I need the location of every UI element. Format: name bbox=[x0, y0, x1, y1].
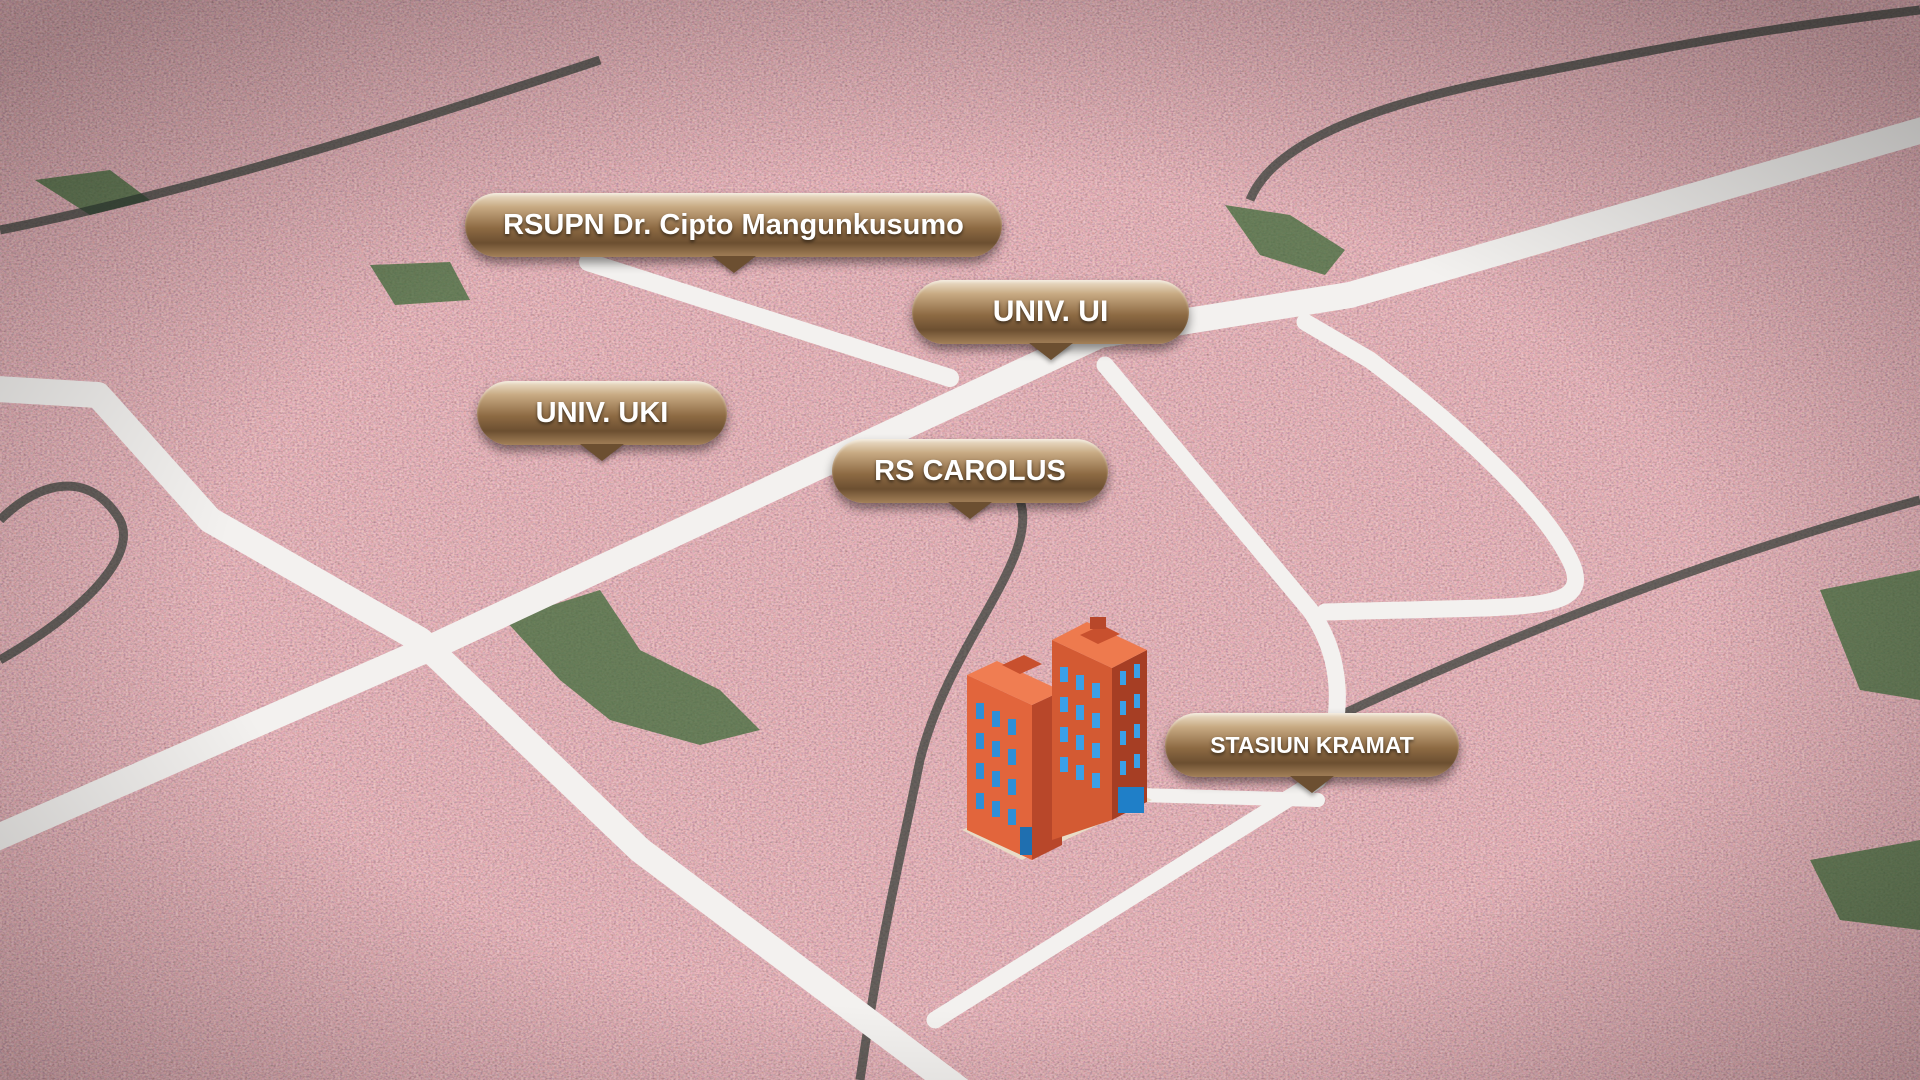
landmark-label-kramat[interactable]: STASIUN KRAMAT bbox=[1165, 713, 1459, 777]
landmark-label-text: UNIV. UI bbox=[992, 295, 1109, 328]
landmark-label-text: RSUPN Dr. Cipto Mangunkusumo bbox=[503, 208, 964, 241]
landmark-label-text: RS CAROLUS bbox=[874, 454, 1066, 487]
landmark-label-carolus[interactable]: RS CAROLUS bbox=[832, 439, 1108, 503]
landmark-label-text: STASIUN KRAMAT bbox=[1210, 731, 1414, 758]
satellite-map[interactable] bbox=[0, 0, 1920, 1080]
vignette bbox=[0, 0, 1920, 1080]
landmark-label-ui[interactable]: UNIV. UI bbox=[912, 280, 1189, 344]
landmark-label-uki[interactable]: UNIV. UKI bbox=[477, 381, 727, 445]
landmark-label-cipto[interactable]: RSUPN Dr. Cipto Mangunkusumo bbox=[465, 193, 1002, 257]
landmark-label-text: UNIV. UKI bbox=[535, 396, 669, 429]
building-icon[interactable] bbox=[962, 605, 1152, 870]
